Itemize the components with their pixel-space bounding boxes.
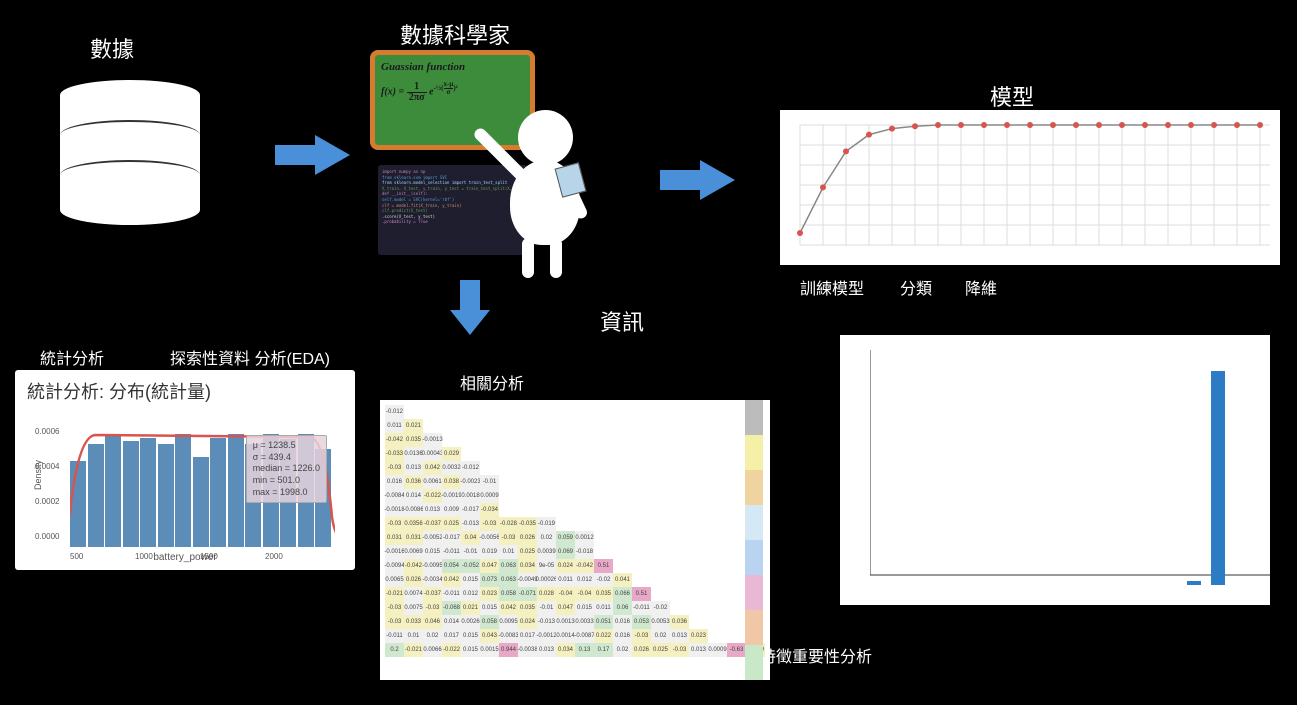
histogram-chart: μ = 1238.5 σ = 439.4 median = 1226.0 min… (70, 417, 335, 547)
hist-title: 統計分析: 分布(統計量) (15, 370, 355, 412)
histogram-panel: 統計分析: 分布(統計量) Density μ = 1238.5 σ = 439… (15, 370, 355, 570)
feature-importance-chart (840, 335, 1270, 605)
label-dimension-reduction: 降維 (965, 275, 997, 299)
colorbar (745, 400, 763, 680)
label-feature-importance: 特徵重要性分析 (760, 643, 872, 667)
label-information: 資訊 (600, 305, 644, 337)
arrow-right-icon (275, 130, 355, 180)
arrow-down-icon (445, 280, 495, 340)
correlation-matrix: -0.0120.0110.021-0.0420.035-0.0013-0.033… (380, 400, 770, 680)
chalk-formula: f(x) = 12πσ e-½(x-μσ)² (381, 81, 524, 103)
label-data: 數據 (90, 32, 134, 64)
label-data-scientist: 數據科學家 (400, 18, 510, 50)
label-eda: 探索性資料 分析(EDA) (170, 345, 330, 369)
chalk-title: Guassian function (381, 61, 524, 73)
model-line-chart (780, 110, 1280, 265)
label-classify: 分類 (900, 275, 932, 299)
hist-xlabel: battery_power (15, 552, 355, 563)
stats-box: μ = 1238.5 σ = 439.4 median = 1226.0 min… (246, 435, 327, 503)
line-chart-panel (780, 110, 1280, 265)
database-icon (60, 80, 200, 240)
label-corr-analysis: 相關分析 (460, 370, 524, 394)
arrow-right-icon-2 (660, 155, 740, 205)
character-figure (500, 110, 590, 290)
label-model: 模型 (990, 80, 1034, 112)
label-stats-analysis: 統計分析 (40, 345, 104, 369)
label-train-model: 訓練模型 (800, 275, 864, 299)
